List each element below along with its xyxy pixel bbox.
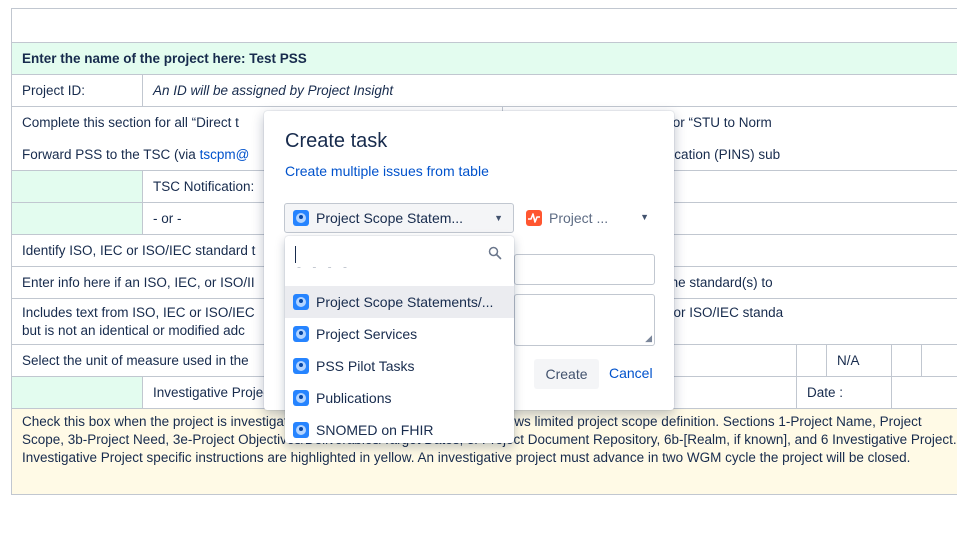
project-id-label: Project ID:	[11, 74, 143, 107]
dropdown-option-publications[interactable]: Publications	[285, 382, 514, 414]
project-select-value: Project Scope Statem...	[316, 210, 464, 226]
unit-checkbox-cell[interactable]	[796, 344, 827, 377]
project-avatar-icon	[293, 422, 309, 438]
project-dropdown: - - - - Project Scope Statements/... Pro…	[285, 236, 514, 443]
chevron-down-icon: ▼	[640, 212, 649, 222]
dropdown-option-project-scope-statements[interactable]: Project Scope Statements/...	[285, 286, 514, 318]
issue-type-select[interactable]: Project ... ▼	[520, 203, 655, 233]
project-id-value[interactable]: An ID will be assigned by Project Insigh…	[142, 74, 957, 107]
dropdown-option-project-services[interactable]: Project Services	[285, 318, 514, 350]
extra-cell	[921, 344, 957, 377]
project-avatar-icon	[293, 358, 309, 374]
tsc-email-link[interactable]: tscpm@	[200, 147, 250, 162]
option-label: Project Services	[316, 326, 418, 342]
table-row: Project ID: An ID will be assigned by Pr…	[11, 74, 957, 107]
project-avatar-icon	[293, 294, 309, 310]
project-avatar-icon	[293, 210, 309, 226]
project-avatar-icon	[293, 326, 309, 342]
create-multiple-issues-link[interactable]: Create multiple issues from table	[285, 163, 489, 179]
create-button[interactable]: Create	[534, 359, 599, 389]
investigative-checkbox-cell[interactable]	[11, 376, 143, 409]
includes-text-line1: Includes text from ISO, IEC or ISO/IEC	[22, 304, 255, 320]
chevron-down-icon: ▼	[494, 213, 503, 223]
option-label: Project Scope Statements/...	[316, 294, 494, 310]
resize-grip-icon[interactable]: ◢	[645, 333, 652, 344]
option-label: Publications	[316, 390, 392, 406]
cancel-button[interactable]: Cancel	[609, 365, 653, 381]
na-label: N/A	[826, 344, 892, 377]
dialog-title: Create task	[285, 130, 388, 152]
forward-pss-prefix: Forward PSS to the TSC (via	[22, 146, 200, 162]
text-cursor	[295, 246, 296, 263]
option-label: SNOMED on FHIR	[316, 422, 434, 438]
table-row: Enter the name of the project here: Test…	[11, 42, 957, 75]
na-checkbox-cell[interactable]	[891, 344, 922, 377]
project-options-list: Project Scope Statements/... Project Ser…	[285, 286, 514, 443]
search-icon	[488, 246, 502, 260]
tsc-notification-checkbox-cell[interactable]	[11, 170, 143, 203]
option-label: PSS Pilot Tasks	[316, 358, 415, 374]
summary-input[interactable]	[514, 254, 655, 285]
issue-type-value: Project ...	[549, 210, 609, 226]
issue-type-icon	[526, 210, 542, 226]
includes-text-line2: but is not an identical or modified adc	[22, 322, 245, 338]
project-select[interactable]: Project Scope Statem... ▼	[284, 203, 514, 233]
date-value[interactable]	[891, 376, 957, 409]
project-name-cell[interactable]: Enter the name of the project here: Test…	[11, 42, 957, 75]
or-checkbox-cell[interactable]	[11, 202, 143, 235]
table-cell-empty[interactable]	[11, 8, 957, 43]
project-avatar-icon	[293, 390, 309, 406]
dropdown-option-pss-pilot-tasks[interactable]: PSS Pilot Tasks	[285, 350, 514, 382]
dropdown-option-snomed-on-fhir[interactable]: SNOMED on FHIR	[285, 414, 514, 443]
table-row	[11, 8, 957, 43]
description-textarea[interactable]: ◢	[514, 294, 655, 346]
partial-hidden-item: - - - -	[297, 267, 407, 273]
date-label: Date :	[796, 376, 892, 409]
